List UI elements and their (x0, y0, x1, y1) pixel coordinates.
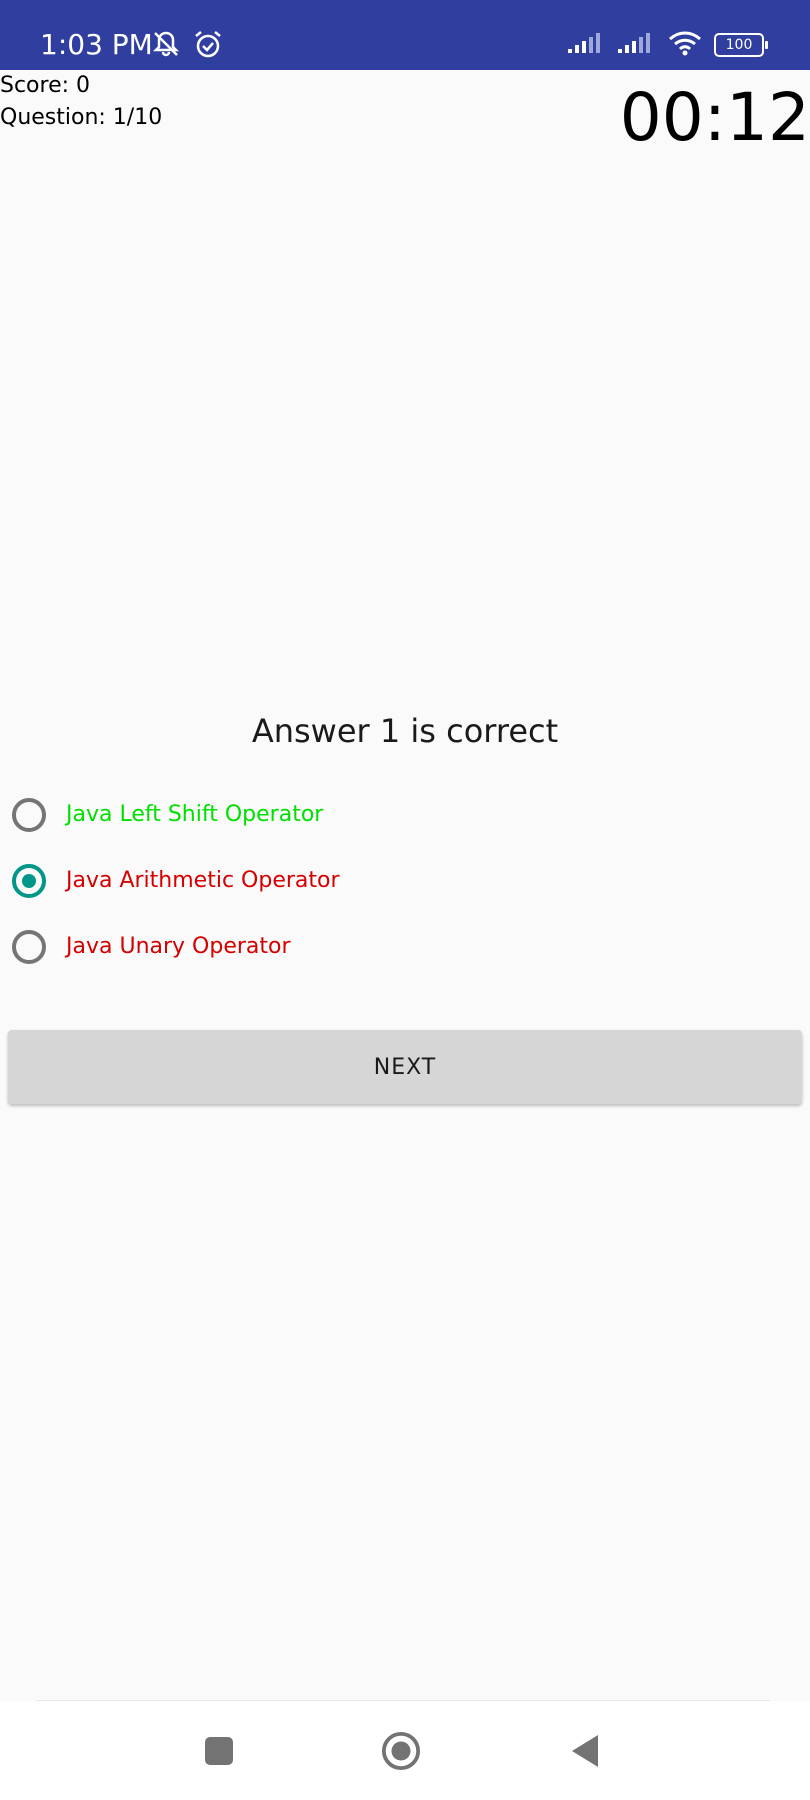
score-label: Score: 0 (0, 73, 91, 98)
signal-icon (568, 31, 606, 59)
status-time: 1:03 PM (40, 28, 153, 61)
answer-options: Java Left Shift Operator Java Arithmetic… (12, 795, 340, 993)
recent-apps-icon[interactable] (199, 1731, 239, 1771)
battery-icon: 100 (714, 33, 768, 57)
status-right-icons: 100 (568, 30, 768, 60)
countdown-timer: 00:12 (619, 79, 810, 156)
signal-icon (618, 31, 656, 59)
answer-option-1[interactable]: Java Left Shift Operator (12, 795, 340, 835)
status-left-icons (150, 28, 224, 64)
answer-option-2[interactable]: Java Arithmetic Operator (12, 861, 340, 901)
next-button[interactable]: NEXT (8, 1030, 802, 1104)
status-bar: 1:03 PM 100 (0, 0, 810, 70)
answer-option-3[interactable]: Java Unary Operator (12, 927, 340, 967)
mute-notifications-icon (150, 28, 182, 64)
answer-option-label: Java Left Shift Operator (66, 802, 324, 827)
alarm-icon (192, 28, 224, 64)
wifi-icon (668, 30, 702, 60)
radio-button-icon[interactable] (12, 930, 46, 964)
back-icon[interactable] (565, 1731, 605, 1771)
answer-option-label: Java Unary Operator (66, 934, 291, 959)
answer-result-text: Answer 1 is correct (251, 712, 559, 750)
answer-option-label: Java Arithmetic Operator (66, 868, 340, 893)
radio-button-icon[interactable] (12, 864, 46, 898)
home-icon[interactable] (381, 1731, 421, 1771)
navigation-bar (0, 1701, 810, 1800)
question-counter: Question: 1/10 (0, 105, 163, 130)
radio-button-icon[interactable] (12, 798, 46, 832)
